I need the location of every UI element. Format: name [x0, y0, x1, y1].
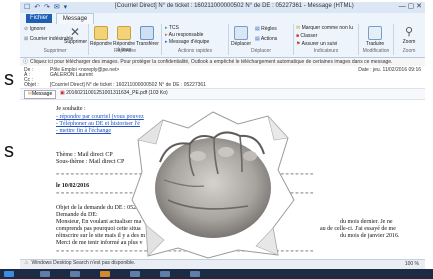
- group-deplacer: Déplacer ▤ Règles ▤ Actions Déplacer: [229, 24, 294, 55]
- tab-fichier[interactable]: Fichier: [26, 14, 52, 23]
- delete-button[interactable]: ✕ Supprimer: [64, 25, 87, 45]
- group-indicateurs: ✉ Marquer comme non lu ■ Classer ⚑ Assur…: [294, 24, 359, 55]
- message-header: De : Pôle Emploi <noreply@pe.net> À : GALE…: [20, 66, 425, 88]
- outlook-taskbar-icon[interactable]: [100, 271, 110, 277]
- tab-message[interactable]: Message: [56, 13, 94, 24]
- pdf-attachment[interactable]: ▣ 20160211001251001311634_PE.pdf (103 Ko…: [60, 90, 168, 96]
- reply-button[interactable]: Répondre: [90, 26, 112, 47]
- rules-button[interactable]: ▤ Règles: [255, 26, 277, 32]
- group-label: Indicateurs: [313, 48, 339, 54]
- group-label: Répondre: [114, 48, 136, 54]
- message-attachment-tab[interactable]: ✉Message: [24, 90, 56, 99]
- date-value: Date : jeu. 11/02/2016 09:16: [358, 67, 421, 73]
- date-line: le 10/02/2016: [56, 183, 90, 189]
- info-icon: ⓘ: [23, 59, 29, 65]
- forward-button[interactable]: Transférer: [136, 26, 159, 47]
- taskbar-app-icon[interactable]: [40, 271, 50, 277]
- group-repondre: Répondre Répondre à tous Transférer Répo…: [89, 24, 162, 55]
- mark-unread-button[interactable]: ✉ Marquer comme non lu: [296, 25, 353, 31]
- windows-taskbar: [0, 269, 433, 279]
- zoom-level[interactable]: 100 %: [405, 261, 419, 267]
- reply-all-icon: [117, 26, 131, 40]
- group-label: Modification: [362, 48, 390, 54]
- quick-access-toolbar[interactable]: ☐ ↶ ↷ ✉ ▾: [24, 3, 68, 11]
- fist-breaking-screen-image: [131, 111, 295, 259]
- body-text: du mois de janvier 2016.: [340, 233, 400, 239]
- group-zoom: ⚲ Zoom Zoom: [394, 24, 424, 55]
- window-controls[interactable]: — ▢ ✕: [399, 2, 422, 10]
- group-actions-rapides: ▸ TCS ▸ Au responsable ▸ Message d'équip…: [162, 24, 229, 55]
- delete-icon: ✕: [69, 25, 81, 39]
- body-text: du mois dernier. Je ne: [340, 219, 393, 225]
- group-label: Actions rapides: [177, 48, 213, 54]
- status-text: Windows Desktop Search n'est pas disponi…: [31, 260, 136, 266]
- start-icon[interactable]: [4, 271, 14, 277]
- categorize-button[interactable]: ■ Classer: [296, 33, 317, 39]
- group-label: Déplacer: [250, 48, 271, 54]
- actions-button[interactable]: ▤ Actions: [255, 36, 277, 42]
- objet-demande-line: Objet de la demande du DE : 0522: [56, 205, 140, 211]
- taskbar-app-icon[interactable]: [130, 271, 140, 277]
- taskbar-app-icon[interactable]: [160, 271, 170, 277]
- group-label: Supprimer: [43, 48, 67, 54]
- group-label: Zoom: [402, 48, 416, 54]
- window-title: [Courriel Direct] N° de ticket : 1602110…: [115, 3, 354, 9]
- outlook-message-window: ☐ ↶ ↷ ✉ ▾ [Courriel Direct] N° de ticket…: [0, 0, 433, 279]
- group-supprimer: ⊘ Ignorer ⊠ Courrier indésirable ✕ Suppr…: [22, 24, 89, 55]
- move-icon: [234, 26, 248, 40]
- zoom-button[interactable]: ⚲ Zoom: [398, 26, 420, 45]
- translate-button[interactable]: Traduire: [364, 26, 386, 47]
- body-line: Je souhaite :: [56, 106, 86, 112]
- move-button[interactable]: Déplacer: [230, 26, 252, 47]
- to-value[interactable]: GALERON Laurent: [50, 72, 93, 78]
- translate-icon: [368, 26, 382, 40]
- reply-icon: [94, 26, 108, 40]
- ignore-button[interactable]: ⊘ Ignorer: [24, 26, 45, 32]
- attachment-bar: ✉Message ▣ 20160211001251001311634_PE.pd…: [20, 88, 425, 100]
- group-modification: Traduire Modification: [359, 24, 394, 55]
- quick-step-tcs[interactable]: ▸ TCS: [165, 25, 179, 31]
- follow-up-button[interactable]: ⚑ Assurer un suivi: [296, 41, 337, 47]
- end-exchange-link[interactable]: - mettre fin à l'échange: [56, 128, 111, 134]
- to-row: À : GALERON Laurent: [24, 72, 93, 78]
- magnifier-icon: ⚲: [404, 26, 414, 38]
- forward-icon: [140, 26, 154, 40]
- subtheme-line: Sous-thème : Mail direct CP: [56, 159, 125, 165]
- taskbar-app-icon[interactable]: [70, 271, 80, 277]
- search-warning-icon: ⚠: [24, 260, 29, 266]
- demande-line: Demande du DE:: [56, 212, 98, 218]
- theme-line: Thème : Mail direct CP: [56, 152, 113, 158]
- ribbon: Fichier Message ⊘ Ignorer ⊠ Courrier ind…: [20, 13, 425, 58]
- taskbar-app-icon[interactable]: [190, 271, 200, 277]
- quick-step-manager[interactable]: ▸ Au responsable: [165, 32, 203, 38]
- body-text: au de celle-ci. J'ai essayé de me: [320, 226, 396, 232]
- quick-step-team[interactable]: ▸ Message d'équipe: [165, 39, 209, 45]
